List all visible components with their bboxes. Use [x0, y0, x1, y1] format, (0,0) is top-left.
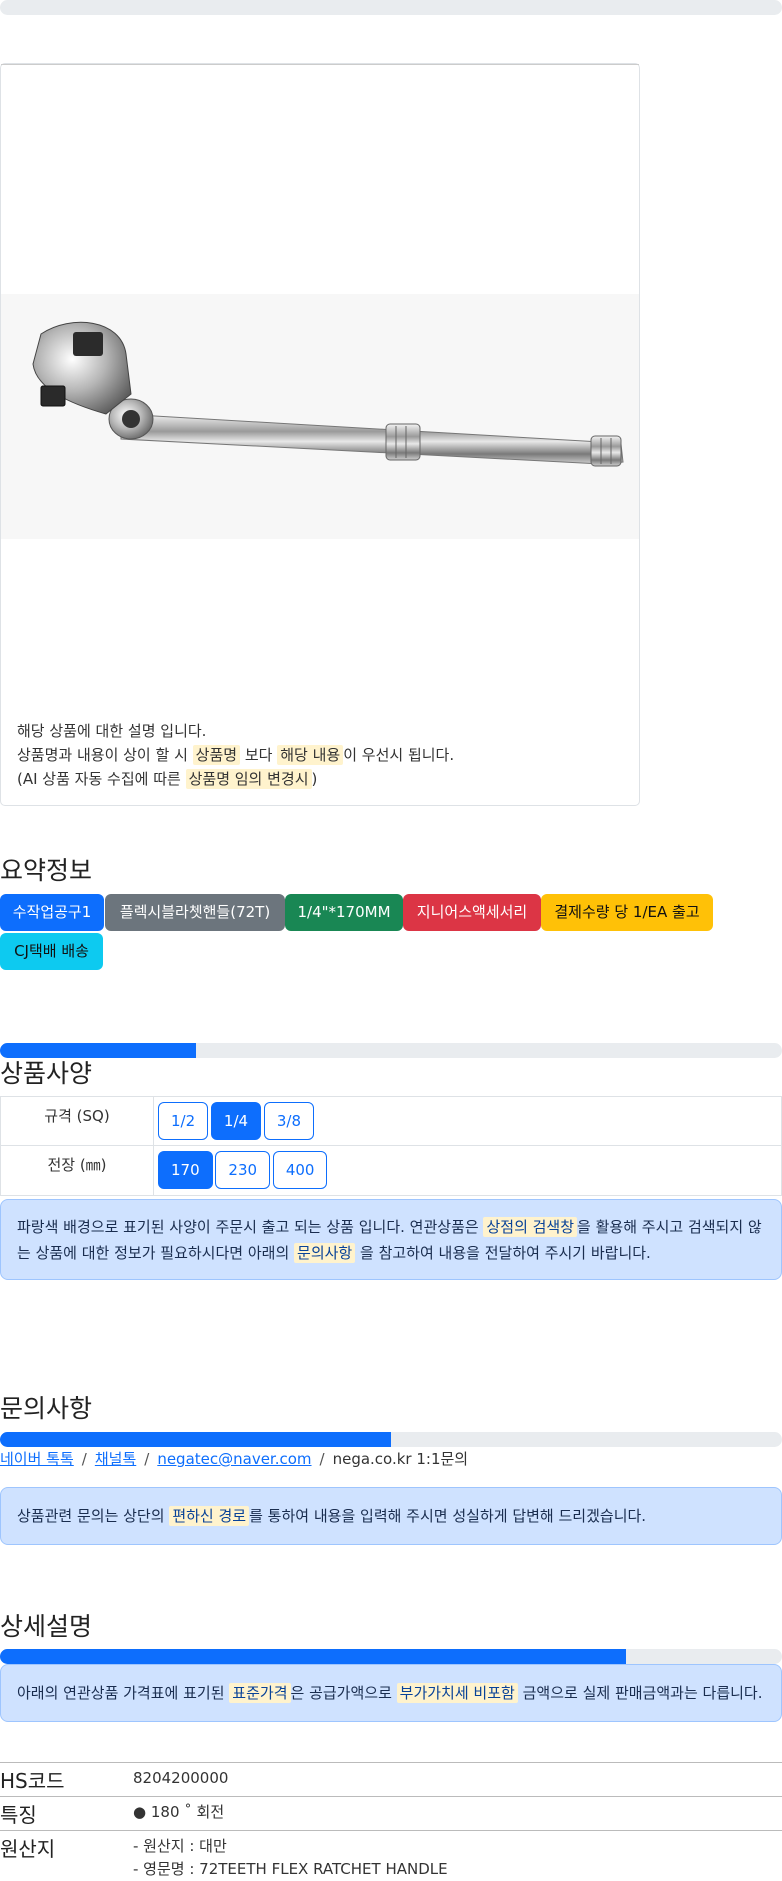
badge-category: 수작업공구1	[0, 894, 104, 931]
product-detail-page: 해당 상품에 대한 설명 입니다. 상품명과 내용이 상이 할 시 상품명 보다…	[0, 0, 782, 1879]
info-value: - 원산지 : 대만 - 영문명 : 72TEETH FLEX RATCHET …	[133, 1831, 782, 1881]
detail-title: 상세설명	[0, 1607, 92, 1643]
product-image	[1, 294, 639, 539]
alert-text: 을 참고하여 내용을 전달하여 주시기 바랍니다.	[360, 1244, 651, 1262]
spec-label: 규격 (SQ)	[1, 1097, 154, 1146]
info-value: 8204200000	[133, 1763, 782, 1797]
specs-progress-bar	[0, 1043, 782, 1058]
notice-text: 해당 상품에 대한 설명 입니다.	[17, 722, 206, 740]
notice-text: 보다	[245, 746, 273, 764]
product-card: 해당 상품에 대한 설명 입니다. 상품명과 내용이 상이 할 시 상품명 보다…	[0, 63, 640, 806]
card-top-line	[1, 64, 639, 65]
notice-highlight: 상품명 임의 변경시	[186, 769, 312, 789]
alert-highlight: 편하신 경로	[169, 1506, 249, 1526]
info-row-origin: 원산지 - 원산지 : 대만 - 영문명 : 72TEETH FLEX RATC…	[0, 1831, 782, 1881]
option-length-400[interactable]: 400	[273, 1151, 328, 1189]
notice-line-3: (AI 상품 자동 수집에 따른 상품명 임의 변경시)	[17, 767, 454, 791]
option-sq-1-2[interactable]: 1/2	[158, 1102, 208, 1140]
option-sq-3-8[interactable]: 3/8	[264, 1102, 314, 1140]
info-key: HS코드	[0, 1763, 133, 1797]
inquiry-progress-fill	[0, 1432, 391, 1447]
summary-title: 요약정보	[0, 851, 92, 887]
detail-progress-bar	[0, 1649, 782, 1664]
top-progress-bar	[0, 0, 782, 15]
alert-highlight: 부가가치세 비포함	[397, 1683, 518, 1703]
ratchet-handle-image	[1, 294, 639, 539]
inquiry-title: 문의사항	[0, 1389, 92, 1425]
info-value: ● 180 ˚ 회전	[133, 1797, 782, 1831]
notice-highlight: 해당 내용	[277, 745, 343, 765]
alert-highlight: 상점의 검색창	[483, 1217, 577, 1237]
info-key: 원산지	[0, 1831, 133, 1881]
notice-highlight: 상품명	[193, 745, 240, 765]
notice-text: (AI 상품 자동 수집에 따른	[17, 770, 181, 788]
notice-text: 상품명과 내용이 상이 할 시	[17, 746, 188, 764]
spec-table: 규격 (SQ) 1/2 1/4 3/8 전장 (㎜) 170 230 400	[0, 1096, 782, 1196]
option-length-230[interactable]: 230	[215, 1151, 270, 1189]
notice-line-2: 상품명과 내용이 상이 할 시 상품명 보다 해당 내용이 우선시 됩니다.	[17, 743, 454, 767]
spec-row-sq: 규격 (SQ) 1/2 1/4 3/8	[1, 1097, 782, 1146]
alert-text: 아래의 연관상품 가격표에 표기된	[17, 1684, 225, 1702]
spec-label: 전장 (㎜)	[1, 1146, 154, 1196]
spec-row-length: 전장 (㎜) 170 230 400	[1, 1146, 782, 1196]
separator: /	[82, 1450, 87, 1468]
spec-options: 1/2 1/4 3/8	[154, 1097, 782, 1146]
info-line: - 영문명 : 72TEETH FLEX RATCHET HANDLE	[133, 1858, 782, 1881]
separator: /	[144, 1450, 149, 1468]
detail-alert: 아래의 연관상품 가격표에 표기된 표준가격은 공급가액으로 부가가치세 비포함…	[0, 1664, 782, 1722]
site-inquiry-text: nega.co.kr 1:1문의	[333, 1450, 469, 1468]
info-row-feature: 특징 ● 180 ˚ 회전	[0, 1797, 782, 1831]
separator: /	[320, 1450, 325, 1468]
product-notice: 해당 상품에 대한 설명 입니다. 상품명과 내용이 상이 할 시 상품명 보다…	[17, 719, 454, 791]
info-line: - 원산지 : 대만	[133, 1835, 782, 1858]
channel-talk-link[interactable]: 채널톡	[95, 1450, 136, 1468]
badge-brand: 지니어스액세서리	[403, 894, 541, 931]
notice-line-1: 해당 상품에 대한 설명 입니다.	[17, 719, 454, 743]
info-key: 특징	[0, 1797, 133, 1831]
badge-size: 1/4"*170MM	[285, 894, 403, 931]
option-length-170[interactable]: 170	[158, 1151, 213, 1189]
option-sq-1-4[interactable]: 1/4	[211, 1102, 261, 1140]
notice-text: 이 우선시 됩니다.	[343, 746, 454, 764]
alert-highlight: 표준가격	[229, 1683, 290, 1703]
specs-title: 상품사양	[0, 1054, 92, 1090]
badge-product-type: 플렉시블라쳇핸들(72T)	[105, 894, 285, 931]
alert-text: 를 통하여 내용을 입력해 주시면 성실하게 답변해 드리겠습니다.	[249, 1507, 646, 1525]
notice-text: )	[312, 770, 318, 788]
spec-options: 170 230 400	[154, 1146, 782, 1196]
naver-talktalk-link[interactable]: 네이버 톡톡	[0, 1450, 74, 1468]
badge-delivery: CJ택배 배송	[0, 933, 103, 970]
alert-text: 상품관련 문의는 상단의	[17, 1507, 165, 1525]
inquiry-progress-bar	[0, 1432, 782, 1447]
badge-shipping-qty: 결제수량 당 1/EA 출고	[541, 894, 713, 931]
inquiry-alert: 상품관련 문의는 상단의 편하신 경로를 통하여 내용을 입력해 주시면 성실하…	[0, 1487, 782, 1545]
alert-text: 금액으로 실제 판매금액과는 다릅니다.	[523, 1684, 763, 1702]
email-link[interactable]: negatec@naver.com	[157, 1450, 311, 1468]
detail-progress-fill	[0, 1649, 626, 1664]
inquiry-links: 네이버 톡톡 / 채널톡 / negatec@naver.com / nega.co.kr …	[0, 1448, 468, 1469]
detail-info-table: HS코드 8204200000 특징 ● 180 ˚ 회전 원산지 - 원산지 …	[0, 1762, 782, 1881]
alert-text: 은 공급가액으로	[291, 1684, 392, 1702]
alert-text: 파랑색 배경으로 표기된 사양이 주문시 출고 되는 상품 입니다. 연관상품은	[17, 1218, 479, 1236]
specs-alert: 파랑색 배경으로 표기된 사양이 주문시 출고 되는 상품 입니다. 연관상품은…	[0, 1199, 782, 1280]
alert-highlight: 문의사항	[294, 1243, 355, 1263]
info-row-hscode: HS코드 8204200000	[0, 1763, 782, 1797]
